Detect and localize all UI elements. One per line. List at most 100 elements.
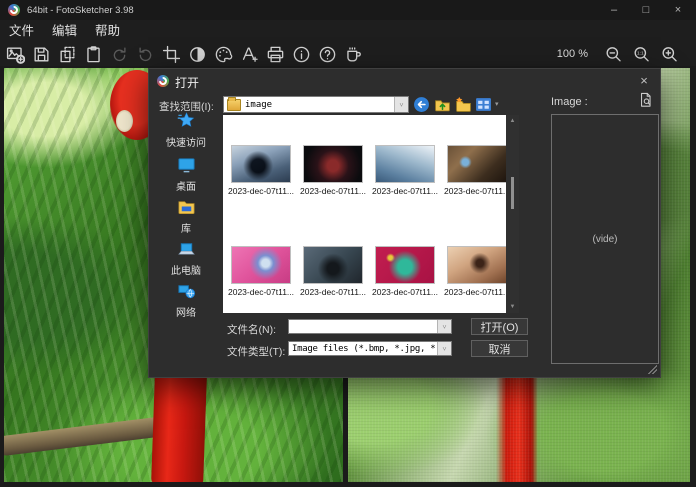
file-item[interactable]: 2023-dec-07t11... [371,247,439,297]
combo-dropdown-icon[interactable]: ˅ [437,342,451,355]
sidebar-item-libraries[interactable]: 库 [151,197,221,239]
file-item[interactable]: 2023-dec-07t11... [299,247,367,297]
sidebar-item-network[interactable]: 网络 [151,281,221,323]
crop-icon[interactable] [162,45,181,64]
fotosketcher-window: 64bit - FotoSketcher 3.98 – □ × 文件 编辑 帮助… [0,0,696,487]
file-thumbnail [232,146,290,182]
minimize-button[interactable]: – [598,0,630,20]
file-list[interactable]: 2023-dec-07t11... 2023-dec-07t11... 2023… [223,115,506,313]
add-text-icon[interactable] [240,45,259,64]
computer-icon [177,239,196,258]
up-one-level-icon[interactable] [434,96,451,113]
file-name-label: 2023-dec-07t11... [372,186,438,196]
zoom-in-icon[interactable] [660,45,679,64]
window-title: 64bit - FotoSketcher 3.98 [27,5,134,16]
view-menu-caret-icon[interactable]: ▾ [495,100,499,108]
sidebar-item-label: 库 [181,220,191,235]
scroll-down-icon[interactable]: ▼ [506,301,519,313]
file-type-combobox[interactable]: Image files (*.bmp, *.jpg, *.jpeg, *. ˅ [288,341,452,356]
dialog-logo-icon [157,75,169,87]
menu-file[interactable]: 文件 [0,20,43,42]
file-thumbnail [376,247,434,283]
file-thumbnail [376,146,434,182]
sidebar-item-label: 网络 [176,304,196,319]
cancel-button[interactable]: 取消 [471,340,528,357]
print-icon[interactable] [266,45,285,64]
star-icon [177,111,196,130]
menu-bar: 文件 编辑 帮助 [0,20,696,42]
image-preview-label: Image : [551,96,588,108]
sidebar-item-label: 桌面 [176,178,196,193]
sidebar-item-desktop[interactable]: 桌面 [151,155,221,197]
file-item[interactable]: 2023-dec-07t11... [371,146,439,196]
new-folder-icon[interactable] [455,96,472,113]
sidebar-item-label: 快速访问 [166,134,206,149]
preview-document-icon[interactable] [638,92,655,109]
menu-edit[interactable]: 编辑 [43,20,86,42]
coffee-donate-icon[interactable] [344,45,363,64]
help-icon[interactable] [318,45,337,64]
file-type-label-text: 文件类型(T): [227,344,285,359]
window-controls: – □ × [598,0,694,20]
svg-text:1:1: 1:1 [637,50,644,56]
toolbar: 100 % 1:1 [0,42,696,66]
maximize-button[interactable]: □ [630,0,662,20]
macaw-beak-art [116,110,133,132]
file-thumbnail [232,247,290,283]
look-in-value: image [245,100,394,110]
color-palette-icon[interactable] [214,45,233,64]
combo-dropdown-icon[interactable]: ˅ [394,97,408,112]
sidebar-item-quick-access[interactable]: 快速访问 [151,111,221,153]
zoom-one-to-one-icon[interactable]: 1:1 [632,45,651,64]
zoom-out-icon[interactable] [604,45,623,64]
file-thumbnail [448,247,506,283]
file-thumbnail [304,247,362,283]
library-folder-icon [177,197,196,216]
file-name-label: 2023-dec-07t11... [228,186,294,196]
contrast-icon[interactable] [188,45,207,64]
file-name-label: 2023-dec-07t11... [444,186,506,196]
file-item[interactable]: 2023-dec-07t11... [299,146,367,196]
file-name-label: 2023-dec-07t11... [228,287,294,297]
app-logo-icon [8,4,20,16]
file-item[interactable]: 2023-dec-07t11... [443,247,506,297]
file-thumbnail [448,146,506,182]
menu-help[interactable]: 帮助 [86,20,129,42]
open-button[interactable]: 打开(O) [471,318,528,335]
file-name-label: 2023-dec-07t11... [300,186,366,196]
folder-icon [227,99,241,111]
combo-dropdown-icon[interactable]: ˅ [437,320,451,333]
file-type-value: Image files (*.bmp, *.jpg, *.jpeg, *. [292,344,437,354]
paste-icon[interactable] [84,45,103,64]
file-name-combobox[interactable]: ˅ [288,319,452,334]
close-button[interactable]: × [662,0,694,20]
view-menu-icon[interactable] [475,96,492,113]
save-image-icon[interactable] [32,45,51,64]
network-globe-icon [177,281,196,300]
file-item[interactable]: 2023-dec-07t11... [227,146,295,196]
open-file-dialog: 打开 × 查找范围(I): image ˅ ▾ 快速访问 桌面 [148,68,661,378]
scroll-up-icon[interactable]: ▲ [506,115,519,127]
file-name-label: 2023-dec-07t11... [444,287,506,297]
image-preview-box: (vide) [551,114,659,364]
file-item[interactable]: 2023-dec-07t11... [227,247,295,297]
dialog-close-icon[interactable]: × [636,72,652,88]
copy-icon[interactable] [58,45,77,64]
info-icon[interactable] [292,45,311,64]
undo-icon[interactable] [110,45,129,64]
file-thumbnail [304,146,362,182]
look-in-combobox[interactable]: image ˅ [223,96,409,113]
file-name-label: 2023-dec-07t11... [372,287,438,297]
file-item[interactable]: 2023-dec-07t11... [443,146,506,196]
back-to-last-folder-icon[interactable] [413,96,430,113]
file-name-label: 2023-dec-07t11... [300,287,366,297]
open-image-icon[interactable] [6,45,25,64]
sidebar-item-this-pc[interactable]: 此电脑 [151,239,221,281]
sidebar-item-label: 此电脑 [171,262,201,277]
file-name-label-text: 文件名(N): [227,322,276,337]
resize-grip[interactable] [648,365,657,374]
scrollbar-thumb[interactable] [511,177,514,209]
file-list-scrollbar[interactable]: ▲ ▼ [506,115,519,313]
redo-icon[interactable] [136,45,155,64]
title-bar: 64bit - FotoSketcher 3.98 – □ × [0,0,696,20]
